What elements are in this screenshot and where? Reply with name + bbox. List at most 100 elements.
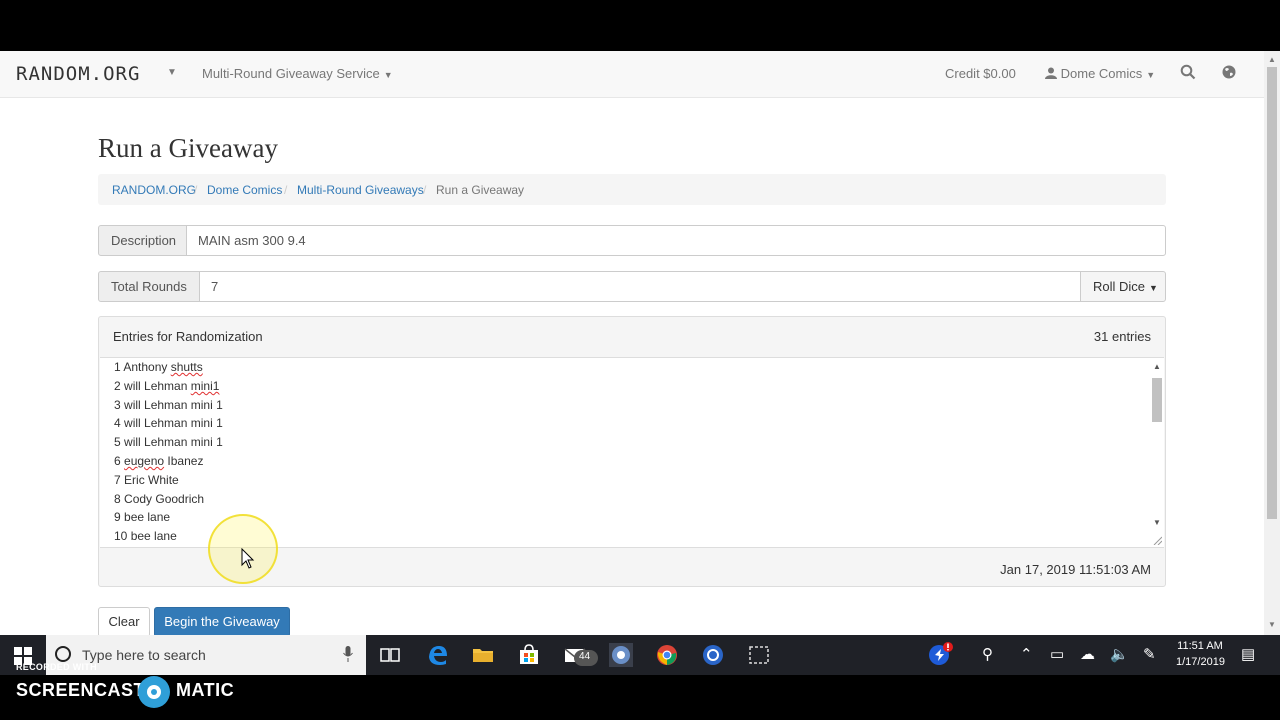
entry-text: Ibanez <box>164 454 204 468</box>
entry-number: 2 <box>114 378 121 393</box>
breadcrumb-giveaways[interactable]: Multi-Round Giveaways <box>297 183 424 197</box>
description-label: Description <box>98 225 187 256</box>
entries-title: Entries for Randomization <box>113 329 263 344</box>
brand-caret-icon[interactable]: ▼ <box>167 67 177 78</box>
scroll-up-icon[interactable]: ▲ <box>1153 362 1161 371</box>
entry-misspelled-word: eugeno <box>124 454 165 468</box>
chrome-active-icon[interactable] <box>609 643 633 667</box>
breadcrumb-home[interactable]: RANDOM.ORG <box>112 183 196 197</box>
entry-text: will Lehman mini 1 <box>124 397 223 412</box>
list-item: 8 Cody Goodrich <box>114 492 204 506</box>
clear-button[interactable]: Clear <box>98 607 150 635</box>
taskbar-clock[interactable]: 11:51 AM 1/17/2019 <box>1176 638 1225 670</box>
edge-browser-icon[interactable] <box>426 643 450 667</box>
rounds-group: Total Rounds 7 Roll Dice ▼ <box>98 271 1166 302</box>
microphone-icon[interactable] <box>343 646 353 662</box>
scroll-down-icon[interactable]: ▼ <box>1153 518 1161 527</box>
entry-text: Eric White <box>124 472 179 487</box>
entry-text: will Lehman <box>124 378 191 393</box>
recorded-with-label: RECORDED WITH <box>16 662 97 672</box>
list-item: 2 will Lehman mini1 <box>114 379 219 393</box>
credit-link[interactable]: Credit $0.00 <box>945 66 1016 81</box>
page-scroll-thumb[interactable] <box>1267 67 1277 519</box>
taskbar-search-input[interactable]: Type here to search <box>82 647 206 663</box>
mail-badge-count: 44 <box>579 651 591 662</box>
list-item: 7 Eric White <box>114 473 179 487</box>
page-scrollbar[interactable]: ▲ ▼ <box>1264 51 1280 635</box>
scroll-up-icon[interactable]: ▲ <box>1268 55 1276 64</box>
service-menu-label: Multi-Round Giveaway Service <box>202 66 380 81</box>
list-item: 4 will Lehman mini 1 <box>114 416 223 430</box>
clock-time: 11:51 AM <box>1177 640 1223 652</box>
watermark-brand-left: SCREENCAST <box>16 680 146 700</box>
entry-text: bee lane <box>130 529 177 544</box>
list-item: 5 will Lehman mini 1 <box>114 435 223 449</box>
security-alert-icon[interactable] <box>928 641 954 671</box>
entries-scroll-thumb[interactable] <box>1152 378 1162 422</box>
network-icon[interactable]: ☁ <box>1080 645 1095 663</box>
store-icon[interactable] <box>517 643 541 667</box>
breadcrumb-account[interactable]: Dome Comics <box>207 183 282 197</box>
entry-misspelled-word: shutts <box>170 360 203 374</box>
list-item: 10 bee lane <box>114 529 177 543</box>
clock-date: 1/17/2019 <box>1176 656 1225 668</box>
chrome-icon[interactable] <box>655 643 679 667</box>
chevron-down-icon: ▼ <box>383 70 393 80</box>
list-item: 9 bee lane <box>114 510 170 524</box>
entries-timestamp: Jan 17, 2019 11:51:03 AM <box>1000 562 1151 577</box>
scroll-down-icon[interactable]: ▼ <box>1268 620 1276 629</box>
entry-number: 1 <box>114 360 121 374</box>
user-icon <box>1045 67 1057 79</box>
search-icon[interactable] <box>1180 64 1196 80</box>
pen-icon[interactable]: ✎ <box>1143 645 1156 663</box>
description-group: Description MAIN asm 300 9.4 <box>98 225 1166 256</box>
entry-text: bee lane <box>124 510 171 525</box>
entries-panel-heading: Entries for Randomization 31 entries <box>99 317 1165 356</box>
app-circle-icon[interactable] <box>701 643 725 667</box>
breadcrumb-separator: / <box>194 183 198 197</box>
brand-logo[interactable]: RANDOM.ORG <box>16 63 140 85</box>
entry-text: will Lehman mini 1 <box>124 435 223 450</box>
notifications-icon[interactable]: ▤ <box>1241 645 1255 663</box>
volume-icon[interactable]: 🔈 <box>1110 645 1129 663</box>
entry-text: Cody Goodrich <box>124 491 205 506</box>
rounds-label: Total Rounds <box>98 271 200 302</box>
people-icon[interactable]: ⚲ <box>982 645 993 663</box>
top-navbar: RANDOM.ORG ▼ Multi-Round Giveaway Servic… <box>0 51 1264 98</box>
globe-icon[interactable] <box>1221 64 1237 80</box>
entries-scrollbar[interactable]: ▲ ▼ <box>1149 358 1164 547</box>
entry-number: 10 <box>114 529 128 544</box>
entry-number: 8 <box>114 491 121 506</box>
browser-viewport: RANDOM.ORG ▼ Multi-Round Giveaway Servic… <box>0 51 1280 635</box>
battery-icon[interactable]: ▭ <box>1050 645 1064 663</box>
user-menu[interactable]: Dome Comics ▼ <box>1045 66 1155 81</box>
snipping-tool-icon[interactable] <box>747 643 771 667</box>
resize-grip-icon[interactable] <box>1152 535 1162 545</box>
page-title: Run a Giveaway <box>98 133 278 163</box>
rounds-input[interactable]: 7 <box>199 271 1081 302</box>
roll-dice-button[interactable]: Roll Dice ▼ <box>1080 271 1166 302</box>
entry-number: 9 <box>114 510 121 525</box>
entries-count: 31 entries <box>1093 329 1151 344</box>
breadcrumb-current: Run a Giveaway <box>436 183 525 197</box>
cortana-icon <box>55 646 71 662</box>
entry-number: 5 <box>114 435 121 450</box>
entry-number: 7 <box>114 472 121 487</box>
description-input[interactable]: MAIN asm 300 9.4 <box>186 225 1166 256</box>
chevron-up-icon[interactable]: ⌃ <box>1020 645 1033 663</box>
chevron-down-icon: ▼ <box>1146 70 1156 80</box>
screencast-logo-icon <box>138 676 170 708</box>
task-view-icon[interactable] <box>378 643 402 667</box>
roll-dice-label: Roll Dice <box>1093 279 1146 294</box>
entry-number: 6 <box>114 454 121 468</box>
file-explorer-icon[interactable] <box>471 643 495 667</box>
user-menu-label: Dome Comics <box>1060 66 1143 81</box>
breadcrumb: RANDOM.ORG / Dome Comics / Multi-Round G… <box>98 174 1166 205</box>
mouse-cursor-icon <box>241 548 255 569</box>
entry-number: 3 <box>114 397 121 412</box>
begin-giveaway-button[interactable]: Begin the Giveaway <box>154 607 290 635</box>
entry-text: Anthony <box>123 360 171 374</box>
entry-number: 4 <box>114 416 121 431</box>
service-menu[interactable]: Multi-Round Giveaway Service ▼ <box>202 66 393 81</box>
breadcrumb-separator: / <box>423 183 427 197</box>
